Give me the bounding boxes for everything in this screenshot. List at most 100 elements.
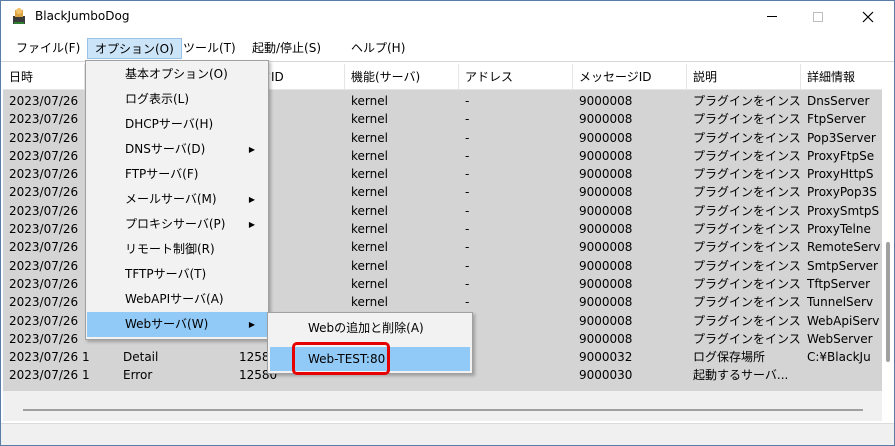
app-icon <box>13 8 25 24</box>
cell-function: kernel <box>351 130 388 145</box>
cell-kind: Error <box>123 368 153 383</box>
cell-description: プラグインをインス... <box>693 94 801 108</box>
options-menu-item[interactable]: DNSサーバ(D) ▶ <box>87 137 267 162</box>
cell-detail: ProxySmtpS <box>807 203 880 218</box>
title-bar: BlackJumboDog <box>1 1 894 32</box>
cell-description: プラグインをインス... <box>693 331 801 346</box>
col-description[interactable]: 説明 <box>687 64 801 90</box>
cell-message-id: 9000008 <box>579 203 633 218</box>
cell-address: - <box>465 130 470 145</box>
minimize-icon <box>767 16 777 17</box>
cell-function: kernel <box>351 276 388 291</box>
close-button[interactable] <box>845 1 891 32</box>
cell-description: プラグインをインス... <box>693 148 801 163</box>
submenu-item-add-remove-web[interactable]: Webの追加と削除(A) <box>270 316 470 340</box>
options-menu-item[interactable]: 基本オプション(O) <box>87 62 267 87</box>
options-menu-item[interactable]: TFTPサーバ(T) <box>87 262 267 287</box>
cell-message-id: 9000008 <box>579 130 633 145</box>
menu-options[interactable]: オプション(O) <box>87 38 182 59</box>
cell-address <box>465 348 573 366</box>
cell-address: - <box>465 94 470 108</box>
cell-address: - <box>465 240 470 255</box>
cell-detail: WebApiServ <box>807 313 880 328</box>
cell-description: プラグインをインス... <box>693 313 801 328</box>
cell-message-id: 9000032 <box>579 350 633 365</box>
cell-address: - <box>465 148 470 163</box>
cell-detail: FtpServer <box>807 112 866 127</box>
scroll-thumb[interactable] <box>886 242 890 362</box>
cell-function: kernel <box>351 240 388 255</box>
col-function[interactable]: 機能(サーバ) <box>345 64 459 90</box>
cell-function: kernel <box>351 185 388 200</box>
cell-date: 2023/07/26 <box>9 203 79 218</box>
maximize-button[interactable] <box>795 1 841 32</box>
cell-message-id: 9000008 <box>579 240 633 255</box>
submenu-arrow-icon: ▶ <box>248 195 255 204</box>
cell-description: プラグインをインス... <box>693 258 801 273</box>
menu-help[interactable]: ヘルプ(H) <box>344 38 412 59</box>
menu-file[interactable]: ファイル(F) <box>9 38 87 59</box>
hscroll-thumb[interactable] <box>23 409 863 411</box>
cell-date: 2023/07/26 <box>9 313 79 328</box>
options-menu-item[interactable]: Webサーバ(W) ▶ <box>87 312 267 337</box>
cell-detail: SmtpServer <box>807 258 878 273</box>
minimize-button[interactable] <box>749 1 795 32</box>
col-message-id[interactable]: メッセージID <box>573 64 687 90</box>
cell-message-id: 9000008 <box>579 185 633 200</box>
cell-date: 2023/07/26 <box>9 130 79 145</box>
options-menu-label: TFTPサーバ(T) <box>125 267 207 281</box>
col-detail[interactable]: 詳細情報 <box>801 64 882 90</box>
cell-date: 2023/07/26 <box>9 94 79 108</box>
menu-tools[interactable]: ツール(T) <box>176 38 243 59</box>
cell-function: kernel <box>351 148 388 163</box>
cell-description: プラグインをインス... <box>693 185 801 200</box>
cell-kind: Detail <box>123 350 159 365</box>
cell-address: - <box>465 222 470 237</box>
menu-start-stop[interactable]: 起動/停止(S) <box>245 38 328 59</box>
cell-detail: ProxyTelne <box>807 222 871 237</box>
options-menu-label: WebAPIサーバ(A) <box>125 292 224 306</box>
cell-date: 2023/07/26 11:1... <box>9 368 89 383</box>
cell-address: - <box>465 330 573 348</box>
options-menu-item[interactable]: WebAPIサーバ(A) <box>87 287 267 312</box>
cell-description: プラグインをインス... <box>693 295 801 310</box>
col-datetime[interactable]: 日時 <box>3 64 85 90</box>
options-menu-item[interactable]: FTPサーバ(F) <box>87 162 267 187</box>
window-title: BlackJumboDog <box>35 9 130 23</box>
cell-address: - <box>465 203 470 218</box>
cell-address: - <box>465 167 470 182</box>
options-menu-label: Webサーバ(W) <box>125 317 209 331</box>
cell-function: kernel <box>351 222 388 237</box>
cell-detail: ProxyPop3S <box>807 185 877 200</box>
cell-message-id: 9000008 <box>579 313 633 328</box>
cell-date: 2023/07/26 <box>9 112 79 127</box>
cell-description: プラグインをインス... <box>693 240 801 255</box>
options-menu-item[interactable]: DHCPサーバ(H) <box>87 112 267 137</box>
close-icon <box>862 11 874 22</box>
cell-message-id: 9000008 <box>579 94 633 108</box>
cell-address: - <box>465 276 470 291</box>
cell-description: プラグインをインス... <box>693 203 801 218</box>
options-menu-item[interactable]: ログ表示(L) <box>87 87 267 112</box>
cell-date: 2023/07/26 <box>9 240 79 255</box>
cell-detail: WebServer <box>807 331 873 346</box>
vertical-scrollbar[interactable] <box>882 64 894 391</box>
cell-date: 2023/07/26 <box>9 185 79 200</box>
horizontal-scrollbar[interactable] <box>3 391 882 421</box>
options-menu-item[interactable]: メールサーバ(M) ▶ <box>87 187 267 212</box>
col-address[interactable]: アドレス <box>459 64 573 90</box>
cell-function: kernel <box>351 112 388 127</box>
options-menu-item[interactable]: プロキシサーバ(P) ▶ <box>87 212 267 237</box>
emphasis-frame <box>292 342 390 375</box>
options-menu-label: 基本オプション(O) <box>125 67 228 81</box>
cell-function: kernel <box>351 258 388 273</box>
cell-date: 2023/07/26 11:1... <box>9 350 89 365</box>
cell-detail: RemoteServ <box>807 240 881 255</box>
cell-date: 2023/07/26 <box>9 148 79 163</box>
options-menu-item[interactable]: リモート制御(R) <box>87 237 267 262</box>
cell-message-id: 9000030 <box>579 368 633 383</box>
status-bar <box>1 423 894 445</box>
cell-message-id: 9000008 <box>579 331 633 346</box>
cell-description: 起動するサーバ... <box>693 368 789 383</box>
cell-function: kernel <box>351 167 388 182</box>
